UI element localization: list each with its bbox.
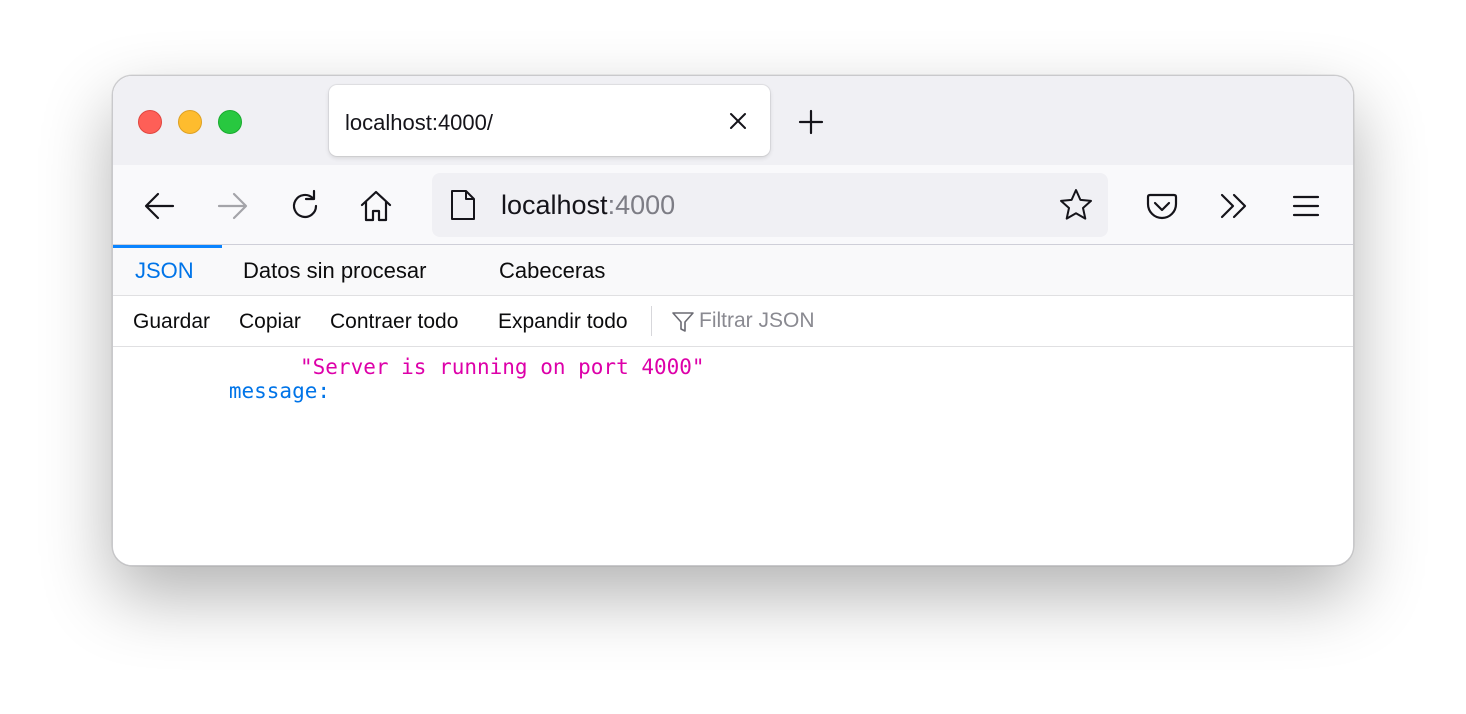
page-icon <box>448 188 478 222</box>
arrow-right-icon[interactable] <box>215 189 249 223</box>
json-viewer-tabs: JSON Datos sin procesar Cabeceras <box>113 245 1353 296</box>
url-text[interactable]: localhost:4000 <box>501 190 675 221</box>
navigation-toolbar: localhost:4000 <box>113 165 1353 245</box>
arrow-left-icon[interactable] <box>143 189 177 223</box>
close-icon[interactable] <box>724 107 752 135</box>
json-value: "Server is running on port 4000" <box>300 355 705 379</box>
filter-json-input[interactable] <box>699 304 1319 338</box>
pocket-icon[interactable] <box>1145 189 1179 223</box>
url-port: :4000 <box>607 190 676 220</box>
minimize-window-button[interactable] <box>178 110 202 134</box>
copy-button[interactable]: Copiar <box>239 296 301 346</box>
tab-json[interactable]: JSON <box>135 245 194 295</box>
tab-headers[interactable]: Cabeceras <box>499 245 605 295</box>
browser-tab[interactable]: localhost:4000/ <box>329 85 770 156</box>
filter-icon <box>671 310 695 334</box>
tab-strip: localhost:4000/ <box>113 76 1353 165</box>
url-host: localhost <box>501 190 608 220</box>
close-window-button[interactable] <box>138 110 162 134</box>
url-bar[interactable]: localhost:4000 <box>432 173 1108 237</box>
home-icon[interactable] <box>359 189 393 223</box>
save-button[interactable]: Guardar <box>133 296 210 346</box>
tab-raw-data[interactable]: Datos sin procesar <box>243 245 426 295</box>
toolbar-divider <box>651 306 652 336</box>
hamburger-menu-icon[interactable] <box>1289 189 1323 223</box>
zoom-window-button[interactable] <box>218 110 242 134</box>
expand-all-button[interactable]: Expandir todo <box>498 296 628 346</box>
star-icon[interactable] <box>1058 187 1094 223</box>
reload-icon[interactable] <box>288 189 322 223</box>
json-toolbar: Guardar Copiar Contraer todo Expandir to… <box>113 296 1353 347</box>
tab-title: localhost:4000/ <box>345 110 493 135</box>
chevrons-right-icon[interactable] <box>1217 189 1251 223</box>
json-row[interactable]: message: "Server is running on port 4000… <box>153 355 705 451</box>
collapse-all-button[interactable]: Contraer todo <box>330 296 458 346</box>
json-key: message: <box>228 379 331 403</box>
json-content: message: "Server is running on port 4000… <box>113 347 1353 565</box>
plus-icon[interactable] <box>797 108 825 136</box>
browser-window: localhost:4000/ localhost:4000 JSON Dato… <box>112 75 1354 566</box>
